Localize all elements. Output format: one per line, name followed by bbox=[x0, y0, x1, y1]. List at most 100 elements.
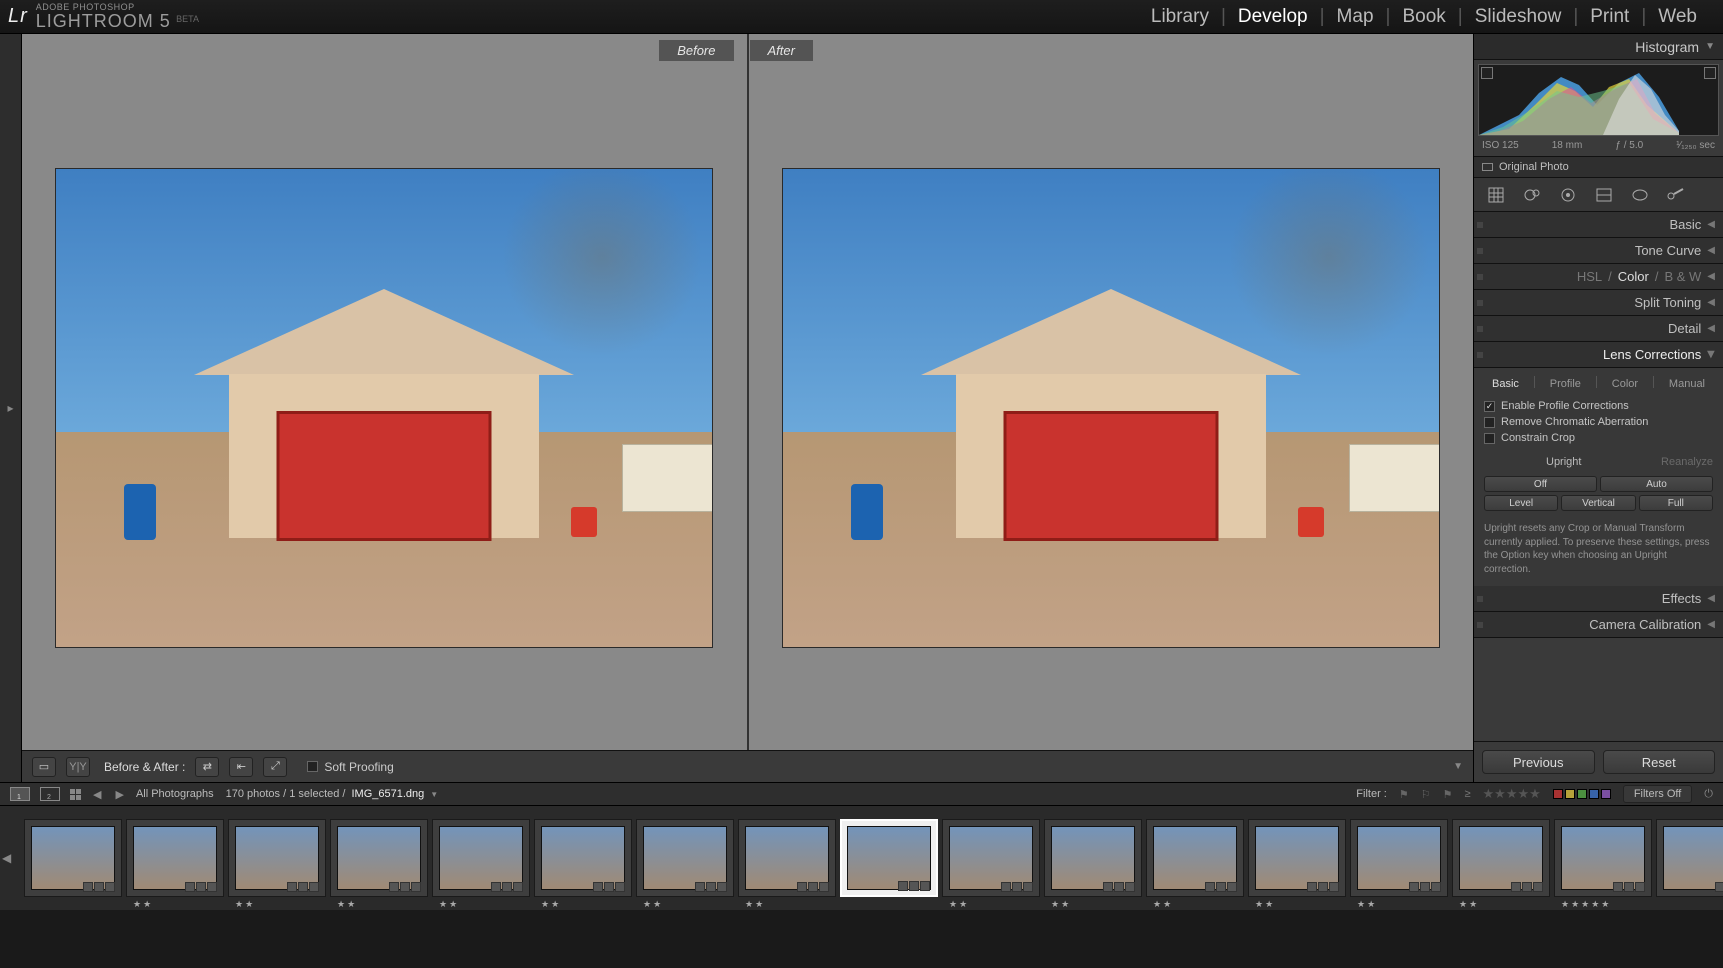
panel-tone-curve[interactable]: Tone Curve◀ bbox=[1474, 238, 1723, 264]
filmstrip-thumb[interactable]: ★★ bbox=[1452, 819, 1550, 897]
thumb-rating: ★★ bbox=[1459, 899, 1479, 910]
grid-view-icon[interactable] bbox=[70, 789, 81, 800]
original-aspect-icon bbox=[1482, 163, 1493, 171]
soft-proofing-label: Soft Proofing bbox=[324, 760, 393, 774]
filmstrip-thumb[interactable]: ★★ bbox=[126, 819, 224, 897]
filmstrip-expander[interactable]: ◀ bbox=[2, 851, 11, 865]
filmstrip-thumb[interactable]: ★★ bbox=[1248, 819, 1346, 897]
lens-tab-color[interactable]: Color bbox=[1608, 376, 1642, 392]
module-map[interactable]: Map bbox=[1325, 6, 1386, 28]
brush-tool-icon[interactable] bbox=[1662, 183, 1690, 207]
lens-tab-basic[interactable]: Basic bbox=[1488, 376, 1523, 392]
filmstrip-thumb[interactable]: ★★ bbox=[1146, 819, 1244, 897]
lens-tab-manual[interactable]: Manual bbox=[1665, 376, 1709, 392]
module-web[interactable]: Web bbox=[1646, 6, 1709, 28]
flag-picked-filter-icon[interactable]: ⚑ bbox=[1399, 788, 1409, 801]
redeye-tool-icon[interactable] bbox=[1554, 183, 1582, 207]
panel-detail[interactable]: Detail◀ bbox=[1474, 316, 1723, 342]
source-path[interactable]: All Photographs 170 photos / 1 selected … bbox=[136, 788, 438, 800]
lens-tab-profile[interactable]: Profile bbox=[1546, 376, 1585, 392]
filmstrip-thumb[interactable]: ★★ bbox=[1044, 819, 1142, 897]
module-develop[interactable]: Develop bbox=[1226, 6, 1320, 28]
nav-fwd-icon[interactable]: ▶ bbox=[113, 788, 125, 801]
second-monitor-1-icon[interactable]: 1 bbox=[10, 787, 30, 801]
upright-full-button[interactable]: Full bbox=[1639, 495, 1713, 511]
copy-after-to-before-button[interactable]: ⤢ bbox=[263, 757, 287, 777]
panel-camera-calibration[interactable]: Camera Calibration◀ bbox=[1474, 612, 1723, 638]
module-library[interactable]: Library bbox=[1139, 6, 1221, 28]
panel-lens-corrections[interactable]: Lens Corrections◀ bbox=[1474, 342, 1723, 368]
previous-button[interactable]: Previous bbox=[1482, 750, 1595, 774]
filter-label: Filter : bbox=[1356, 788, 1387, 800]
panel-effects[interactable]: Effects◀ bbox=[1474, 586, 1723, 612]
grad-filter-tool-icon[interactable] bbox=[1590, 183, 1618, 207]
copy-before-to-after-button[interactable]: ⇤ bbox=[229, 757, 253, 777]
photo-before[interactable] bbox=[55, 168, 713, 648]
module-slideshow[interactable]: Slideshow bbox=[1463, 6, 1574, 28]
filmstrip-thumb[interactable]: ★★★★★ bbox=[1554, 819, 1652, 897]
upright-vertical-button[interactable]: Vertical bbox=[1561, 495, 1635, 511]
reset-button[interactable]: Reset bbox=[1603, 750, 1716, 774]
color-label-filter[interactable] bbox=[1553, 789, 1611, 799]
filmstrip-thumb[interactable] bbox=[1656, 819, 1723, 897]
clipping-highlights-icon[interactable] bbox=[1704, 67, 1716, 79]
filter-lock-icon[interactable]: ⏻ bbox=[1704, 788, 1713, 801]
thumb-rating: ★★ bbox=[337, 899, 357, 910]
thumb-rating: ★★ bbox=[133, 899, 153, 910]
enable-profile-corrections-label: Enable Profile Corrections bbox=[1501, 400, 1629, 412]
toolbar-more-disclosure[interactable]: ▼ bbox=[1453, 761, 1463, 772]
soft-proofing-checkbox[interactable] bbox=[307, 761, 318, 772]
exif-aperture: ƒ / 5.0 bbox=[1615, 140, 1643, 151]
thumb-rating: ★★ bbox=[235, 899, 255, 910]
filmstrip-thumb[interactable]: ★★ bbox=[1350, 819, 1448, 897]
remove-chromatic-aberration-label: Remove Chromatic Aberration bbox=[1501, 416, 1648, 428]
constrain-crop-checkbox[interactable] bbox=[1484, 433, 1495, 444]
module-book[interactable]: Book bbox=[1390, 6, 1457, 28]
thumb-rating: ★★ bbox=[1255, 899, 1275, 910]
left-panel-expander[interactable]: ▸ bbox=[0, 34, 22, 782]
loupe-before[interactable]: Before bbox=[22, 34, 747, 782]
filmstrip-thumb[interactable]: ★★ bbox=[942, 819, 1040, 897]
radial-filter-tool-icon[interactable] bbox=[1626, 183, 1654, 207]
crop-tool-icon[interactable] bbox=[1482, 183, 1510, 207]
upright-level-button[interactable]: Level bbox=[1484, 495, 1558, 511]
loupe-toolbar: ▭ Y|Y Before & After : ⇄ ⇤ ⤢ Soft Proofi… bbox=[22, 750, 1473, 782]
view-compare-button[interactable]: Y|Y bbox=[66, 757, 90, 777]
histogram-graph[interactable] bbox=[1478, 64, 1719, 136]
nav-back-icon[interactable]: ◀ bbox=[91, 788, 103, 801]
view-loupe-button[interactable]: ▭ bbox=[32, 757, 56, 777]
enable-profile-corrections-checkbox[interactable]: ✓ bbox=[1484, 401, 1495, 412]
second-monitor-2-icon[interactable]: 2 bbox=[40, 787, 60, 801]
after-label: After bbox=[750, 40, 813, 61]
filmstrip-thumb[interactable]: ★★ bbox=[534, 819, 632, 897]
photo-after[interactable] bbox=[782, 168, 1440, 648]
before-after-view: Before After bbox=[22, 34, 1473, 782]
remove-chromatic-aberration-checkbox[interactable] bbox=[1484, 417, 1495, 428]
filmstrip-thumb[interactable] bbox=[840, 819, 938, 897]
upright-reanalyze-button[interactable]: Reanalyze bbox=[1661, 456, 1713, 468]
filters-preset-dropdown[interactable]: Filters Off bbox=[1623, 785, 1692, 803]
filmstrip-thumb[interactable]: ★★ bbox=[228, 819, 326, 897]
panel-split-toning[interactable]: Split Toning◀ bbox=[1474, 290, 1723, 316]
filmstrip-thumb[interactable]: ★★ bbox=[636, 819, 734, 897]
upright-auto-button[interactable]: Auto bbox=[1600, 476, 1713, 492]
panel-hsl-color-bw[interactable]: HSL / Color / B & W◀ bbox=[1474, 264, 1723, 290]
filmstrip-thumb[interactable] bbox=[24, 819, 122, 897]
module-print[interactable]: Print bbox=[1578, 6, 1641, 28]
thumb-rating: ★★ bbox=[439, 899, 459, 910]
panel-basic[interactable]: Basic◀ bbox=[1474, 212, 1723, 238]
rating-filter[interactable]: ★★★★★ bbox=[1483, 786, 1541, 802]
flag-unflagged-filter-icon[interactable]: ⚐ bbox=[1421, 788, 1431, 801]
filmstrip-thumb[interactable]: ★★ bbox=[432, 819, 530, 897]
loupe-after[interactable]: After bbox=[747, 34, 1474, 782]
swap-before-after-button[interactable]: ⇄ bbox=[195, 757, 219, 777]
panel-histogram-header[interactable]: Histogram▼ bbox=[1474, 34, 1723, 60]
filmstrip-thumb[interactable]: ★★ bbox=[330, 819, 428, 897]
spot-removal-tool-icon[interactable] bbox=[1518, 183, 1546, 207]
upright-off-button[interactable]: Off bbox=[1484, 476, 1597, 492]
flag-rejected-filter-icon[interactable]: ⚑ bbox=[1443, 788, 1453, 801]
brand: Lr ADOBE PHOTOSHOP LIGHTROOM 5 BETA bbox=[8, 3, 199, 30]
filmstrip[interactable]: ◀ ★★ ★★ ★★ ★★ ★★ ★★ ★★ ★★ ★★ ★★ ★★ ★★ ★★… bbox=[0, 806, 1723, 910]
filmstrip-thumb[interactable]: ★★ bbox=[738, 819, 836, 897]
original-photo-row[interactable]: Original Photo bbox=[1474, 156, 1723, 178]
